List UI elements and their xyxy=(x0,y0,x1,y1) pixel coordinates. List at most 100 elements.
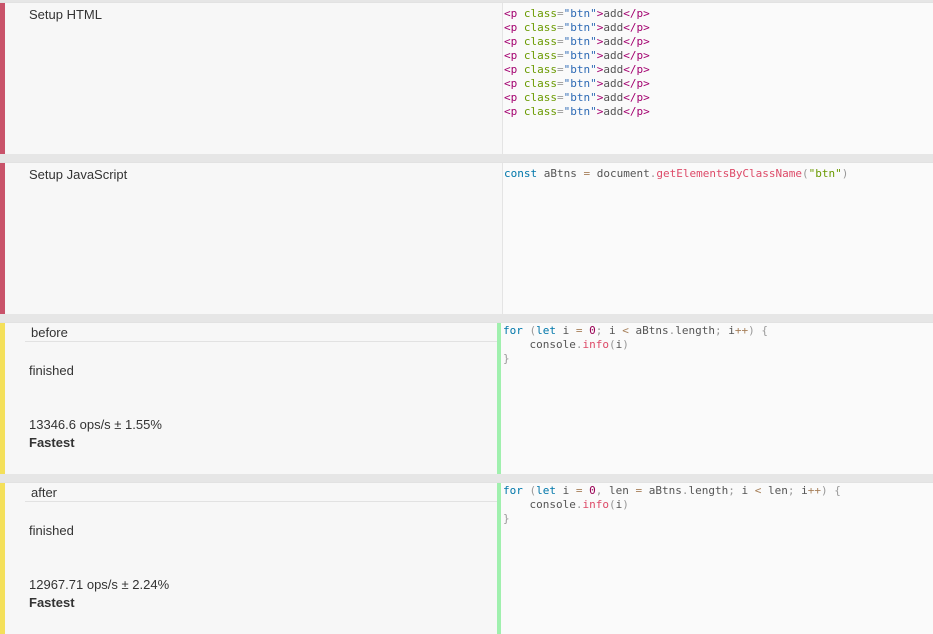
code-text: add xyxy=(603,21,624,34)
code-punctuation: = xyxy=(557,7,564,20)
setup-js-label-panel: Setup JavaScript xyxy=(5,163,502,314)
code-operator: < xyxy=(622,324,629,337)
code-string: "btn" xyxy=(563,105,597,118)
code-punctuation: ; xyxy=(728,484,735,497)
code-punctuation: ) xyxy=(622,498,629,511)
test-after-code[interactable]: for (let i = 0, len = aBtns.length; i < … xyxy=(503,484,841,526)
test-after-title-input[interactable]: after xyxy=(25,483,500,502)
code-punctuation: = xyxy=(557,77,564,90)
code-attribute: class xyxy=(523,35,557,48)
code-keyword: const xyxy=(504,167,538,180)
test-after-info-panel: after finished 12967.71 ops/s ± 2.24% Fa… xyxy=(5,483,502,634)
code-punctuation: ) xyxy=(841,167,849,180)
test-before-info-panel: before finished 13346.6 ops/s ± 1.55% Fa… xyxy=(5,323,502,474)
code-attribute: class xyxy=(523,63,557,76)
code-text: add xyxy=(603,49,624,62)
code-string: "btn" xyxy=(563,7,597,20)
code-tag: </p> xyxy=(623,105,650,118)
code-punctuation: = xyxy=(557,63,564,76)
code-text: add xyxy=(603,77,624,90)
setup-js-code[interactable]: const aBtns = document.getElementsByClas… xyxy=(504,167,848,181)
code-punctuation: } xyxy=(503,512,510,525)
code-text: aBtns xyxy=(628,324,669,337)
code-tag: </p> xyxy=(623,77,650,90)
code-tag: </p> xyxy=(623,49,650,62)
code-line: <p class="btn">add</p> xyxy=(504,21,650,34)
code-tag: </p> xyxy=(623,21,650,34)
code-text: add xyxy=(603,105,624,118)
code-attribute: class xyxy=(523,49,557,62)
code-tag: <p xyxy=(504,35,518,48)
code-line: <p class="btn">add</p> xyxy=(504,105,650,118)
code-function: info xyxy=(582,498,609,511)
setup-html-label-panel: Setup HTML xyxy=(5,3,502,154)
code-text: i xyxy=(556,484,576,497)
code-attribute: class xyxy=(523,105,557,118)
setup-html-code[interactable]: <p class="btn">add</p> <p class="btn">ad… xyxy=(504,7,650,119)
code-keyword: let xyxy=(536,324,556,337)
test-after-title: after xyxy=(31,485,58,500)
test-after-editor[interactable]: for (let i = 0, len = aBtns.length; i < … xyxy=(497,483,933,634)
code-function: getElementsByClassName xyxy=(656,167,803,180)
code-punctuation: . xyxy=(681,484,689,497)
code-text: add xyxy=(603,7,624,20)
code-text: i xyxy=(556,324,576,337)
test-after-status: finished xyxy=(29,523,74,538)
code-tag: <p xyxy=(504,91,518,104)
code-operator: ++ xyxy=(734,324,749,337)
code-string: "btn" xyxy=(563,63,597,76)
code-punctuation: = xyxy=(557,21,564,34)
code-punctuation: ; xyxy=(715,324,722,337)
code-line: <p class="btn">add</p> xyxy=(504,35,650,48)
code-punctuation: { xyxy=(761,324,768,337)
code-string: "btn" xyxy=(563,91,597,104)
setup-js-label: Setup JavaScript xyxy=(29,167,128,182)
setup-html-label: Setup HTML xyxy=(29,7,102,22)
code-string: "btn" xyxy=(563,77,597,90)
code-text: i xyxy=(794,484,808,497)
code-text: i xyxy=(602,324,623,337)
code-operator: = xyxy=(575,484,583,497)
code-tag: <p xyxy=(504,7,518,20)
test-before-result: 13346.6 ops/s ± 1.55% xyxy=(29,417,162,432)
code-punctuation: } xyxy=(503,352,510,365)
code-keyword: for xyxy=(503,484,523,497)
code-keyword: let xyxy=(536,484,556,497)
code-text: add xyxy=(603,91,624,104)
test-before-editor[interactable]: for (let i = 0; i < aBtns.length; i++) {… xyxy=(497,323,933,474)
code-tag: </p> xyxy=(623,91,650,104)
test-before-title-input[interactable]: before xyxy=(25,323,500,342)
code-punctuation: ( xyxy=(522,324,537,337)
code-tag: </p> xyxy=(623,63,650,76)
code-text: console xyxy=(503,498,576,511)
code-operator: ++ xyxy=(807,484,821,497)
test-case-before: before finished 13346.6 ops/s ± 1.55% Fa… xyxy=(0,322,933,474)
code-text: document xyxy=(590,167,650,180)
code-punctuation: = xyxy=(557,91,564,104)
code-punctuation: ( xyxy=(608,338,616,351)
code-text: length xyxy=(688,484,729,497)
test-before-code[interactable]: for (let i = 0; i < aBtns.length; i++) {… xyxy=(503,324,768,366)
code-tag: <p xyxy=(504,77,518,90)
code-number: 0 xyxy=(589,484,596,497)
test-before-title: before xyxy=(31,325,68,340)
setup-js-editor[interactable]: const aBtns = document.getElementsByClas… xyxy=(502,163,933,314)
code-punctuation: ( xyxy=(522,484,537,497)
code-text: console xyxy=(503,338,576,351)
code-punctuation: = xyxy=(557,35,564,48)
code-tag: <p xyxy=(504,49,518,62)
code-keyword: for xyxy=(503,324,523,337)
code-attribute: class xyxy=(523,7,557,20)
code-tag: <p xyxy=(504,63,518,76)
code-text: i xyxy=(734,484,755,497)
setup-html-editor[interactable]: <p class="btn">add</p> <p class="btn">ad… xyxy=(502,3,933,154)
setup-html-section: Setup HTML <p class="btn">add</p> <p cla… xyxy=(0,2,933,154)
code-attribute: class xyxy=(523,77,557,90)
code-text: len xyxy=(602,484,636,497)
code-tag: <p xyxy=(504,105,518,118)
code-number: 0 xyxy=(589,324,596,337)
code-attribute: class xyxy=(523,91,557,104)
test-after-rank: Fastest xyxy=(29,595,75,610)
test-after-result: 12967.71 ops/s ± 2.24% xyxy=(29,577,170,592)
code-text: aBtns xyxy=(537,167,584,180)
